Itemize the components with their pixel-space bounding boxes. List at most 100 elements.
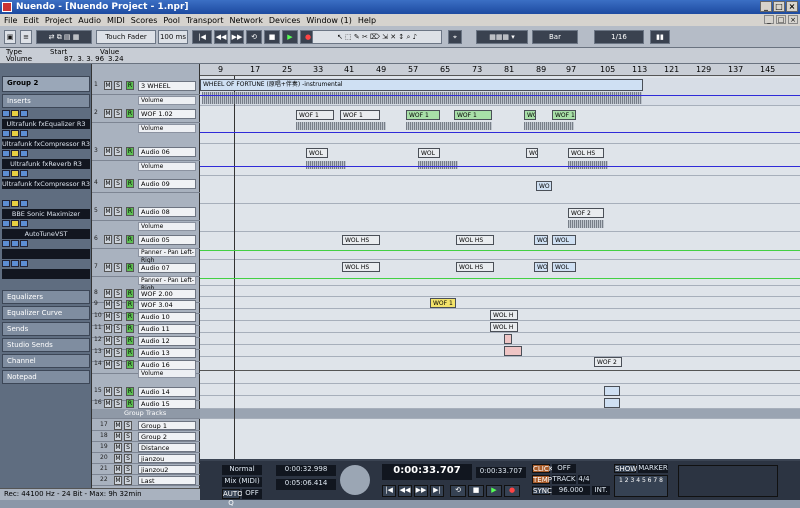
automation-row[interactable]: Volume (92, 162, 200, 171)
audio-event[interactable]: WOL (526, 148, 538, 158)
close-button[interactable]: × (786, 1, 798, 12)
insert-slot-6[interactable]: AutoTuneVST (2, 220, 90, 240)
audio-event[interactable]: WOL HS (568, 148, 604, 158)
zoom-select[interactable]: 100 ms (158, 30, 188, 44)
stop-button[interactable]: ■ (264, 30, 280, 44)
inspector-eq-curve-header[interactable]: Equalizer Curve (2, 306, 90, 320)
audio-event[interactable]: WOL HS (342, 235, 380, 245)
track-name[interactable]: Audio 06 (138, 147, 196, 157)
automation-row[interactable]: Volume (92, 369, 200, 378)
automation-row[interactable]: Volume (92, 96, 200, 105)
tempo-value[interactable]: 96.000 (552, 486, 590, 495)
audio-event[interactable]: WOL HS (456, 235, 494, 245)
inspector-sends-header[interactable]: Sends (2, 322, 90, 336)
transport-goto-end[interactable]: ▶| (430, 485, 444, 497)
menu-transport[interactable]: Transport (186, 16, 224, 25)
auto-quantize-toggle[interactable]: AUTO Q (222, 489, 243, 507)
menu-pool[interactable]: Pool (163, 16, 180, 25)
automation-mode-select[interactable]: Touch Fader (96, 30, 156, 44)
sync-source-select[interactable]: Mix (MIDI) (222, 477, 262, 487)
automation-line[interactable] (200, 370, 800, 371)
doc-maximize-button[interactable]: □ (776, 15, 786, 24)
audio-event[interactable]: WOL (306, 148, 328, 158)
automation-tools[interactable]: ⇄ ⧉ ▤ ▦ (36, 30, 92, 44)
timeline-ruler[interactable]: 9 17 25 33 41 49 57 65 73 81 89 97 105 1… (200, 64, 800, 76)
audio-event[interactable]: WOF 1 (296, 110, 334, 120)
audio-event[interactable]: WOL H (490, 322, 518, 332)
track-row[interactable]: 19 M S Distance (92, 442, 200, 453)
rewind-button[interactable]: ◀◀ (214, 30, 228, 44)
menu-network[interactable]: Network (229, 16, 262, 25)
automation-line[interactable] (200, 132, 800, 133)
transport-cycle[interactable]: ⟲ (450, 485, 466, 497)
track-name[interactable]: Audio 15 (138, 399, 196, 409)
track-name[interactable]: jianzou (138, 454, 196, 463)
track-name[interactable]: Audio 07 (138, 263, 196, 273)
transport-play[interactable]: ▶ (486, 485, 502, 497)
goto-start-button[interactable]: |◀ (192, 30, 212, 44)
menu-project[interactable]: Project (45, 16, 72, 25)
transport-record[interactable]: ● (504, 485, 520, 497)
inspector-equalizers-header[interactable]: Equalizers (2, 290, 90, 304)
snap-toggle-button[interactable]: ⌖ (448, 30, 462, 44)
right-locator[interactable]: 0:05:06.414 (276, 479, 336, 490)
track-name[interactable]: Last (138, 476, 196, 485)
audio-event[interactable]: WO (536, 181, 552, 191)
audio-event[interactable] (504, 334, 512, 344)
track-row[interactable]: 4 M S R Audio 09 (92, 176, 200, 193)
infoline-type-value[interactable]: Volume (6, 55, 32, 63)
group-folder-row[interactable]: Group Tracks (92, 409, 200, 419)
infoline-start-value[interactable]: 87. 3. 3. 96 (64, 55, 104, 63)
forward-button[interactable]: ▶▶ (230, 30, 244, 44)
event-display[interactable]: WHEEL OF FORTUNE (原唱+伴奏) -instrumental W… (200, 64, 800, 488)
audio-event[interactable]: WOF 1 (406, 110, 440, 120)
track-row[interactable]: 2 M S R WOF 1.02 (92, 106, 200, 123)
inspector-notepad-header[interactable]: Notepad (2, 370, 90, 384)
audio-event[interactable]: WOF 2 (568, 208, 604, 218)
track-row[interactable]: 18 M S Group 2 (92, 431, 200, 442)
infoline-toggle-button[interactable]: ≡ (20, 30, 32, 44)
audio-event[interactable]: WHEEL OF FORTUNE (原唱+伴奏) -instrumental (200, 79, 643, 91)
edit-tools[interactable]: ↖ ⬚ ✎ ✂ ⌦ ⇲ ✕ ↕ ⌕ ♪ (312, 30, 442, 44)
track-name[interactable]: Audio 09 (138, 179, 196, 189)
insert-slot-7[interactable] (2, 240, 90, 260)
track-name[interactable]: Audio 05 (138, 235, 196, 245)
marker-buttons[interactable]: 1 2 3 4 5 6 7 8 (614, 475, 668, 497)
inspector-studio-sends-header[interactable]: Studio Sends (2, 338, 90, 352)
automation-row[interactable]: Volume (92, 222, 200, 231)
jog-wheel[interactable] (340, 465, 370, 495)
audio-event[interactable]: WO (524, 110, 536, 120)
insert-slot-5[interactable]: BBE Sonic Maximizer (2, 200, 90, 220)
doc-minimize-button[interactable]: _ (764, 15, 774, 24)
maximize-button[interactable]: □ (773, 1, 785, 12)
audio-event[interactable]: WOF 1 (454, 110, 492, 120)
menu-devices[interactable]: Devices (269, 16, 301, 25)
insert-slot-8[interactable] (2, 260, 90, 280)
automation-line[interactable] (200, 166, 800, 167)
audio-event[interactable]: WOL (418, 148, 440, 158)
audio-event[interactable]: WOL (534, 262, 548, 272)
automation-line[interactable] (200, 95, 800, 96)
infoline-value-value[interactable]: 3.24 (108, 55, 124, 63)
show-markers-button[interactable]: SHOW (614, 464, 637, 473)
inspector-inserts-header[interactable]: Inserts (2, 94, 90, 108)
audio-event[interactable]: WOF 1 (552, 110, 576, 120)
inspector-toggle-button[interactable]: ▣ (4, 30, 16, 44)
transport-goto-start[interactable]: |◀ (382, 485, 396, 497)
transport-stop[interactable]: ■ (468, 485, 484, 497)
track-row[interactable]: 7 M S R Audio 07 (92, 260, 200, 277)
track-name[interactable]: Group 1 (138, 421, 196, 430)
track-row[interactable]: 3 M S R Audio 06 (92, 144, 200, 161)
track-name[interactable]: jianzou2 (138, 465, 196, 474)
insert-slot-1[interactable]: Ultrafunk fxEqualizer R3 (2, 110, 90, 130)
transport-forward[interactable]: ▶▶ (414, 485, 428, 497)
audio-event[interactable]: WOL HS (456, 262, 494, 272)
tempo-toggle[interactable]: TEMPO (532, 475, 557, 484)
track-row[interactable]: 17 M S Group 1 (92, 420, 200, 431)
audio-event[interactable]: WOL (552, 235, 576, 245)
sync-toggle[interactable]: SYNC (532, 486, 552, 495)
doc-close-button[interactable]: × (788, 15, 798, 24)
menu-scores[interactable]: Scores (131, 16, 158, 25)
audio-event[interactable]: WOF 2 (594, 357, 622, 367)
snap-select[interactable]: Bar (532, 30, 578, 44)
